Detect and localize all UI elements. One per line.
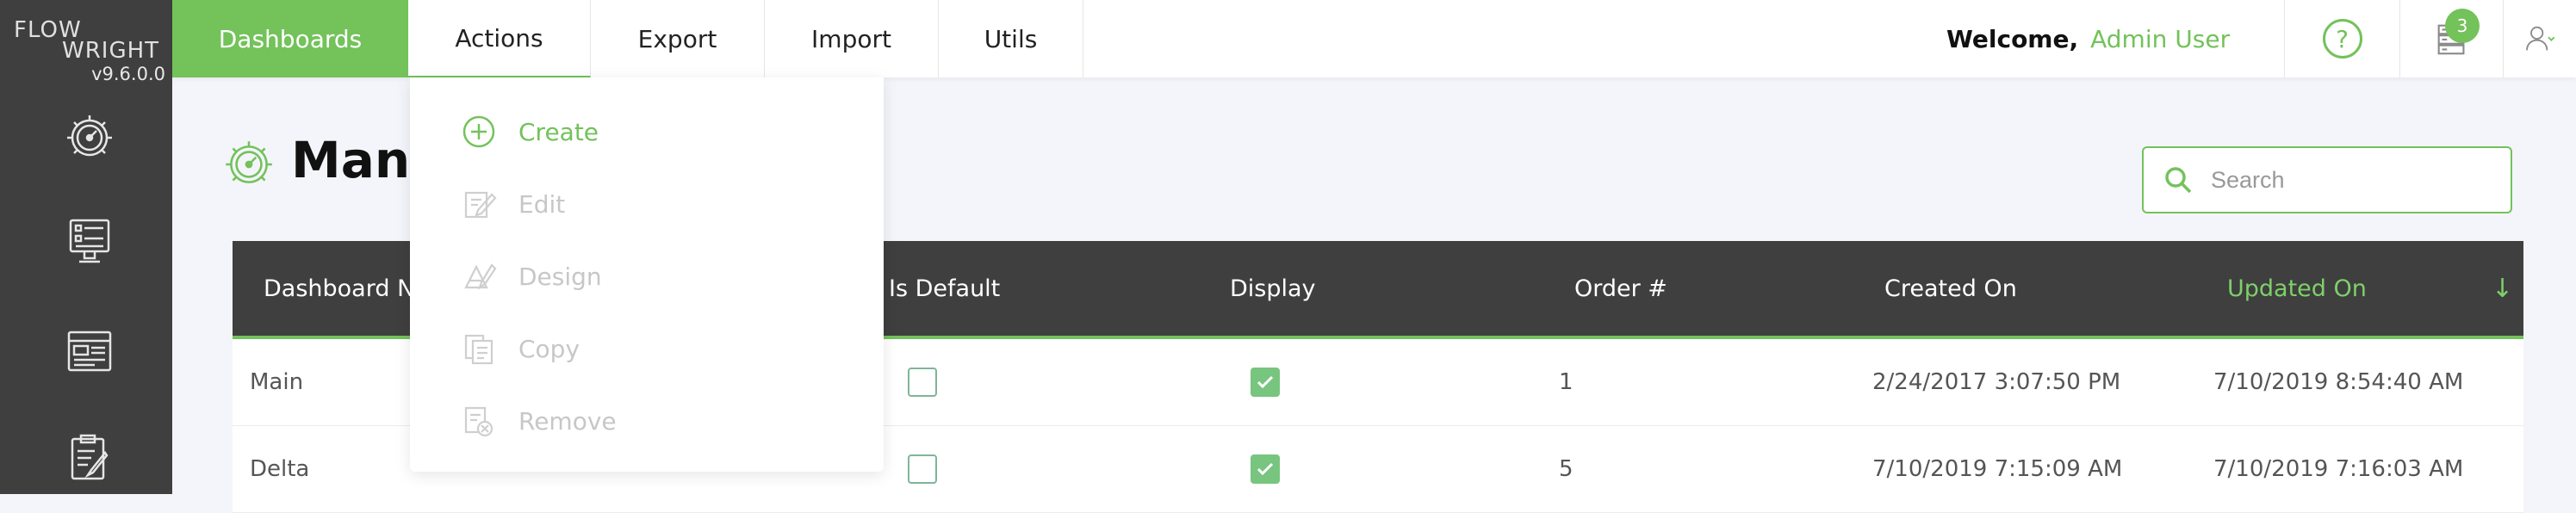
help-icon: ? [2322, 19, 2362, 59]
user-menu-button[interactable] [2503, 0, 2576, 77]
cell-is-default [908, 426, 937, 512]
column-header-updated-on[interactable]: Updated On [2227, 241, 2367, 336]
is-default-checkbox[interactable] [908, 454, 937, 484]
menu-item-design[interactable]: Design [460, 255, 602, 298]
is-default-checkbox[interactable] [908, 368, 937, 397]
check-icon [1257, 375, 1274, 389]
top-navbar: Dashboards Actions Export Import Utils W… [172, 0, 2576, 77]
dashboard-gauge-icon[interactable] [62, 110, 117, 165]
clipboard-edit-icon[interactable] [62, 430, 117, 485]
cell-dashboard-name: Main [250, 369, 304, 395]
menu-item-remove-label: Remove [518, 406, 617, 436]
cell-display [1251, 426, 1280, 512]
cell-updated-on: 7/10/2019 7:16:03 AM [2213, 456, 2464, 482]
menu-item-copy[interactable]: Copy [460, 327, 580, 370]
app-version: v9.6.0.0 [91, 64, 165, 84]
user-name[interactable]: Admin User [2090, 25, 2230, 53]
sort-descending-icon[interactable]: ↓ [2492, 274, 2513, 304]
tab-export[interactable]: Export [591, 0, 765, 77]
menu-item-edit-label: Edit [518, 189, 566, 219]
search-input[interactable] [2209, 165, 2497, 195]
tab-utils[interactable]: Utils [939, 0, 1083, 77]
edit-icon [460, 185, 498, 223]
logo-text-line2: WRIGHT [62, 38, 160, 64]
tab-actions[interactable]: Actions [408, 0, 591, 77]
monitor-checklist-icon[interactable] [62, 213, 117, 269]
page-title-gauge-icon [220, 136, 277, 193]
copy-icon [460, 330, 498, 368]
help-button[interactable]: ? [2284, 0, 2399, 77]
display-checkbox[interactable] [1251, 454, 1280, 484]
tab-dashboards[interactable]: Dashboards [172, 0, 408, 77]
welcome-message: Welcome, Admin User [1946, 0, 2230, 77]
actions-dropdown-menu: Create Edit Design Copy Remove [410, 77, 884, 472]
search-box[interactable] [2142, 146, 2512, 213]
cell-created-on: 7/10/2019 7:15:09 AM [1872, 456, 2123, 482]
cell-updated-on: 7/10/2019 8:54:40 AM [2213, 369, 2464, 395]
cell-order: 1 [1559, 369, 1574, 395]
check-icon [1257, 462, 1274, 476]
tab-import[interactable]: Import [765, 0, 939, 77]
search-icon [2165, 167, 2192, 194]
menu-item-design-label: Design [518, 262, 602, 291]
plus-circle-icon [460, 113, 498, 151]
cell-dashboard-name: Delta [250, 456, 310, 482]
column-header-is-default[interactable]: Is Default [889, 241, 1000, 336]
notifications-button[interactable]: 3 [2399, 0, 2503, 77]
menu-item-copy-label: Copy [518, 334, 580, 363]
menu-item-create[interactable]: Create [460, 110, 599, 153]
column-header-created-on[interactable]: Created On [1884, 241, 2017, 336]
display-checkbox[interactable] [1251, 368, 1280, 397]
menu-item-create-label: Create [518, 117, 599, 146]
cell-created-on: 2/24/2017 3:07:50 PM [1872, 369, 2121, 395]
menu-item-remove[interactable]: Remove [460, 399, 617, 442]
window-form-icon[interactable] [62, 324, 117, 379]
menu-item-edit[interactable]: Edit [460, 182, 565, 226]
notification-count-badge: 3 [2445, 9, 2480, 43]
welcome-label: Welcome, [1946, 24, 2079, 53]
cell-is-default [908, 339, 937, 425]
column-header-dashboard-name[interactable]: Dashboard N [264, 241, 414, 336]
cell-order: 5 [1559, 456, 1574, 482]
column-header-display[interactable]: Display [1230, 241, 1316, 336]
design-icon [460, 257, 498, 295]
user-dropdown-icon [2526, 26, 2555, 51]
left-rail: FLOW WRIGHT v9.6.0.0 [0, 0, 172, 494]
app-logo[interactable]: FLOW WRIGHT v9.6.0.0 [10, 17, 165, 86]
remove-icon [460, 402, 498, 440]
column-header-order[interactable]: Order # [1574, 241, 1667, 336]
cell-display [1251, 339, 1280, 425]
